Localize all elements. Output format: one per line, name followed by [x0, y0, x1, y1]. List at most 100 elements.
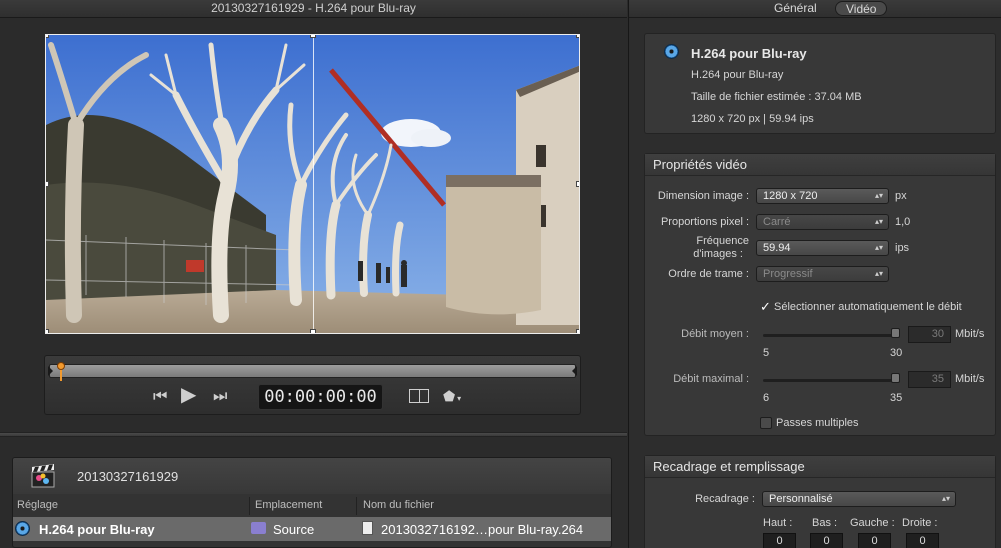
crop-right-field[interactable]: 0	[906, 533, 939, 548]
crop-select[interactable]: Personnalisé ▴▾	[762, 491, 956, 507]
transport-bar: ⏮ ▶ ⏭ 00:00:00:00 ⬟ ▾	[44, 355, 581, 415]
dimension-unit: px	[895, 190, 907, 202]
avg-bitrate-field[interactable]: 30	[908, 326, 951, 343]
multipass-label: Passes multiples	[776, 417, 859, 429]
crop-top-field[interactable]: 0	[763, 533, 796, 548]
pixel-aspect-select[interactable]: Carré ▴▾	[756, 214, 889, 230]
max-bitrate-max: 35	[890, 392, 903, 404]
crop-bottom-field[interactable]: 0	[810, 533, 843, 548]
dimension-value: 1280 x 720	[763, 190, 818, 202]
stepper-icon: ▴▾	[941, 494, 950, 503]
max-bitrate-knob[interactable]	[891, 373, 900, 383]
inspector-pane: Général Vidéo H.264 pour Blu-ray H.264 p…	[628, 0, 1001, 548]
crop-handle-top-right[interactable]	[576, 35, 579, 38]
skip-forward-icon[interactable]: ⏭	[213, 389, 227, 405]
tab-general[interactable]: Général	[764, 1, 827, 16]
avg-bitrate-label: Débit moyen :	[681, 328, 749, 340]
crop-left-field[interactable]: 0	[858, 533, 891, 548]
crop-handle-bottom-right[interactable]	[576, 329, 579, 333]
video-viewer[interactable]	[45, 34, 580, 334]
out-point-marker[interactable]	[572, 366, 577, 376]
row-filename: 2013032716192…pour Blu-ray.264	[381, 522, 584, 537]
crop-handle-bottom-left[interactable]	[46, 329, 49, 333]
crop-handle-bottom[interactable]	[310, 329, 316, 333]
stepper-icon: ▴▾	[874, 217, 883, 226]
skip-back-icon[interactable]: ⏮	[153, 389, 167, 405]
max-bitrate-min: 6	[763, 392, 770, 404]
dimension-label: Dimension image :	[657, 190, 749, 202]
tab-video[interactable]: Vidéo	[835, 1, 888, 16]
crop-handle-top-left[interactable]	[46, 35, 49, 38]
column-filename[interactable]: Nom du fichier	[363, 499, 434, 511]
stepper-icon: ▴▾	[874, 191, 883, 200]
app-window: 20130327161929 - H.264 pour Blu-ray ⏮ ▶ …	[0, 0, 1001, 548]
pixel-aspect-unit: 1,0	[895, 216, 911, 228]
crop-left-label: Gauche :	[850, 517, 895, 529]
play-icon[interactable]: ▶	[181, 385, 196, 405]
frame-rate-label-1: Fréquence	[696, 235, 749, 247]
avg-bitrate-slider[interactable]	[763, 334, 900, 337]
crop-bottom-label: Bas :	[812, 517, 838, 529]
crop-header: Recadrage et remplissage	[645, 456, 995, 478]
file-icon	[362, 521, 373, 535]
timecode-display: 00:00:00:00	[258, 384, 383, 410]
column-divider	[356, 497, 357, 515]
max-bitrate-unit: Mbit/s	[955, 373, 985, 385]
crop-handle-left[interactable]	[46, 181, 49, 187]
multipass-checkbox[interactable]	[760, 417, 772, 429]
avg-bitrate-knob[interactable]	[891, 328, 900, 338]
batch-name: 20130327161929	[77, 469, 179, 484]
split-line	[313, 35, 314, 333]
playhead[interactable]	[57, 362, 65, 370]
column-location[interactable]: Emplacement	[255, 499, 322, 511]
in-point-marker[interactable]	[48, 366, 53, 376]
marker-menu-icon[interactable]: ⬟ ▾	[443, 388, 461, 407]
dimension-select[interactable]: 1280 x 720 ▴▾	[756, 188, 889, 204]
frame-rate-label-2: d'images :	[693, 248, 743, 260]
output-row[interactable]: H.264 pour Blu-ray Source 2013032716192……	[13, 517, 611, 541]
field-order-select[interactable]: Progressif ▴▾	[756, 266, 889, 282]
avg-bitrate-min: 5	[763, 347, 770, 359]
batch-header: 20130327161929	[13, 458, 611, 494]
video-properties-card: Propriétés vidéo Dimension image : 1280 …	[644, 153, 996, 436]
inspector-tabs: Général Vidéo	[629, 0, 1001, 18]
max-bitrate-slider[interactable]	[763, 379, 900, 382]
split-view-icon[interactable]	[409, 389, 429, 403]
max-bitrate-field[interactable]: 35	[908, 371, 951, 388]
video-properties-header: Propriétés vidéo	[645, 154, 995, 176]
frame-rate-select[interactable]: 59.94 ▴▾	[756, 240, 889, 256]
h264-setting-icon	[15, 521, 30, 536]
avg-bitrate-max: 30	[890, 347, 903, 359]
summary-subtitle: H.264 pour Blu-ray	[691, 69, 784, 81]
crop-handle-right[interactable]	[576, 181, 579, 187]
stepper-icon: ▴▾	[874, 243, 883, 252]
preview-title: 20130327161929 - H.264 pour Blu-ray	[0, 0, 627, 18]
auto-bitrate-label: Sélectionner automatiquement le débit	[774, 301, 962, 313]
batch-columns: Réglage Emplacement Nom du fichier	[13, 497, 611, 515]
h264-setting-icon	[664, 44, 679, 59]
summary-card: H.264 pour Blu-ray H.264 pour Blu-ray Ta…	[644, 33, 996, 134]
summary-filesize: Taille de fichier estimée : 37.04 MB	[691, 91, 862, 103]
frame-rate-value: 59.94	[763, 242, 791, 254]
crop-label: Recadrage :	[695, 493, 755, 505]
crop-handle-top[interactable]	[310, 35, 316, 38]
crop-value: Personnalisé	[769, 493, 833, 505]
avg-bitrate-unit: Mbit/s	[955, 328, 985, 340]
crop-top-label: Haut :	[763, 517, 793, 529]
pane-divider[interactable]	[0, 432, 627, 437]
batch-panel: 20130327161929 Réglage Emplacement Nom d…	[12, 457, 612, 548]
frame-rate-unit: ips	[895, 242, 910, 254]
field-order-label: Ordre de trame :	[668, 268, 749, 280]
checkmark-icon: ✓	[760, 299, 771, 314]
summary-title: H.264 pour Blu-ray	[691, 46, 807, 61]
column-setting[interactable]: Réglage	[17, 499, 58, 511]
clapperboard-icon	[31, 464, 55, 488]
pixel-aspect-value: Carré	[763, 216, 791, 228]
preview-pane: 20130327161929 - H.264 pour Blu-ray ⏮ ▶ …	[0, 0, 627, 548]
scrubber-bar[interactable]	[48, 362, 577, 381]
stepper-icon: ▴▾	[874, 269, 883, 278]
column-divider	[249, 497, 250, 515]
playhead-line	[60, 369, 62, 381]
row-setting: H.264 pour Blu-ray	[39, 522, 155, 537]
crop-card: Recadrage et remplissage Recadrage : Per…	[644, 455, 996, 548]
